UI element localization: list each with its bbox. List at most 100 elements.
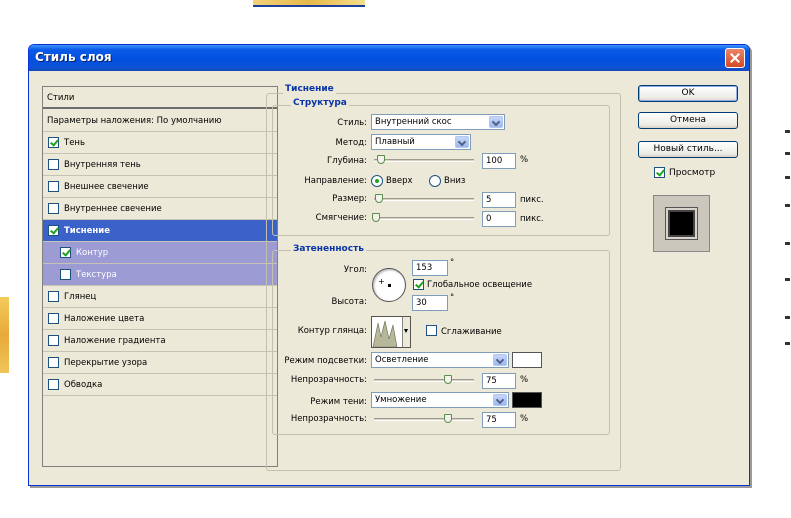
chevron-down-icon xyxy=(493,394,507,406)
style-item-gradient-overlay[interactable]: Наложение градиента xyxy=(43,330,277,352)
styles-header[interactable]: Стили xyxy=(43,87,277,109)
technique-select[interactable]: Плавный xyxy=(371,134,471,150)
window-title: Стиль слоя xyxy=(35,50,112,64)
direction-up-radio[interactable] xyxy=(371,175,383,187)
direction-down-label: Вниз xyxy=(444,176,466,186)
depth-input[interactable]: 100 xyxy=(482,153,516,169)
depth-unit: % xyxy=(520,155,529,165)
highlight-mode-select[interactable]: Осветление xyxy=(371,352,509,368)
crosshair-icon: + xyxy=(378,277,385,286)
size-slider-handle[interactable] xyxy=(375,194,383,203)
angle-input[interactable]: 153 xyxy=(412,260,448,276)
styles-list: Стили Параметры наложения: По умолчанию … xyxy=(42,86,278,467)
preview-label: Просмотр xyxy=(669,168,716,178)
title-bar: Стиль слоя xyxy=(29,45,749,71)
shading-title: Затененность xyxy=(291,244,366,254)
depth-label: Глубина: xyxy=(326,156,367,166)
depth-slider[interactable] xyxy=(374,159,474,162)
background-image-fragment xyxy=(253,0,365,7)
altitude-label: Высота: xyxy=(331,297,367,307)
chevron-down-icon xyxy=(455,136,469,148)
gloss-contour-icon xyxy=(372,320,398,347)
texture-checkbox[interactable] xyxy=(60,269,71,280)
global-light-checkbox[interactable] xyxy=(413,279,424,290)
triangle-down-icon xyxy=(404,329,408,333)
shadow-opacity-slider[interactable] xyxy=(374,418,474,421)
direction-down-radio[interactable] xyxy=(429,175,441,187)
layer-style-dialog: Стиль слоя Стили Параметры наложения: По… xyxy=(28,44,750,486)
shadow-opacity-unit: % xyxy=(520,414,529,424)
soften-unit: пикс. xyxy=(520,214,544,224)
shadow-color-swatch[interactable] xyxy=(512,392,542,408)
angle-dial[interactable]: + xyxy=(372,268,406,302)
highlight-opacity-input[interactable]: 75 xyxy=(482,373,516,389)
shadow-mode-label: Режим тени: xyxy=(310,397,367,407)
gloss-contour-label: Контур глянца: xyxy=(297,326,367,336)
highlight-mode-label: Режим подсветки: xyxy=(284,356,367,366)
cancel-button[interactable]: Отмена xyxy=(638,112,738,129)
size-slider[interactable] xyxy=(374,198,474,201)
ok-button[interactable]: OK xyxy=(638,85,738,102)
style-item-bevel-emboss[interactable]: Тиснение xyxy=(43,220,277,242)
direction-up-label: Вверх xyxy=(386,176,413,186)
drop-shadow-checkbox[interactable] xyxy=(48,137,59,148)
style-item-satin[interactable]: Глянец xyxy=(43,286,277,308)
size-unit: пикс. xyxy=(520,195,544,205)
pattern-overlay-checkbox[interactable] xyxy=(48,357,59,368)
style-item-inner-glow[interactable]: Внутреннее свечение xyxy=(43,198,277,220)
size-label: Размер: xyxy=(332,194,367,204)
soften-input[interactable]: 0 xyxy=(482,211,516,227)
style-item-outer-glow[interactable]: Внешнее свечение xyxy=(43,176,277,198)
soften-slider-handle[interactable] xyxy=(372,213,380,222)
angle-dial-center xyxy=(388,284,391,287)
close-icon[interactable] xyxy=(725,48,745,68)
style-item-color-overlay[interactable]: Наложение цвета xyxy=(43,308,277,330)
style-item-pattern-overlay[interactable]: Перекрытие узора xyxy=(43,352,277,374)
outer-glow-checkbox[interactable] xyxy=(48,181,59,192)
style-item-inner-shadow[interactable]: Внутренняя тень xyxy=(43,154,277,176)
style-item-stroke[interactable]: Обводка xyxy=(43,374,277,396)
style-label: Стиль: xyxy=(337,118,367,128)
structure-title: Структура xyxy=(291,98,349,108)
altitude-input[interactable]: 30 xyxy=(412,295,448,311)
color-overlay-checkbox[interactable] xyxy=(48,313,59,324)
stroke-checkbox[interactable] xyxy=(48,379,59,390)
new-style-button[interactable]: Новый стиль... xyxy=(638,141,738,158)
style-item-drop-shadow[interactable]: Тень xyxy=(43,132,277,154)
highlight-color-swatch[interactable] xyxy=(512,352,542,368)
inner-shadow-checkbox[interactable] xyxy=(48,159,59,170)
shadow-opacity-slider-handle[interactable] xyxy=(444,414,452,423)
background-image-fragment xyxy=(0,297,9,373)
style-item-contour[interactable]: Контур xyxy=(43,242,277,264)
preview-swatch xyxy=(666,208,697,239)
direction-label: Направление: xyxy=(304,176,367,186)
shadow-mode-select[interactable]: Умножение xyxy=(371,392,509,408)
satin-checkbox[interactable] xyxy=(48,291,59,302)
bevel-emboss-checkbox[interactable] xyxy=(48,225,59,236)
emboss-title: Тиснение xyxy=(283,84,336,94)
contour-checkbox[interactable] xyxy=(60,247,71,258)
gloss-contour-picker[interactable] xyxy=(371,316,411,348)
highlight-opacity-label: Непрозрачность: xyxy=(290,375,367,385)
inner-glow-checkbox[interactable] xyxy=(48,203,59,214)
global-light-label: Глобальное освещение xyxy=(427,280,533,290)
gradient-overlay-checkbox[interactable] xyxy=(48,335,59,346)
preview-thumbnail xyxy=(653,195,710,252)
blending-options-item[interactable]: Параметры наложения: По умолчанию xyxy=(43,110,277,132)
soften-slider[interactable] xyxy=(374,217,474,220)
background-image-fragment xyxy=(780,130,791,360)
highlight-opacity-slider[interactable] xyxy=(374,379,474,382)
technique-label: Метод: xyxy=(335,138,367,148)
depth-slider-handle[interactable] xyxy=(377,155,385,164)
highlight-opacity-slider-handle[interactable] xyxy=(444,375,452,384)
antialias-checkbox[interactable] xyxy=(426,325,437,336)
style-select[interactable]: Внутренний скос xyxy=(371,114,505,130)
preview-checkbox[interactable] xyxy=(654,167,665,178)
shadow-opacity-input[interactable]: 75 xyxy=(482,412,516,428)
highlight-opacity-unit: % xyxy=(520,375,529,385)
style-item-texture[interactable]: Текстура xyxy=(43,264,277,286)
chevron-down-icon xyxy=(493,354,507,366)
angle-unit: ° xyxy=(450,258,455,268)
soften-label: Смягчение: xyxy=(315,213,367,223)
size-input[interactable]: 5 xyxy=(482,192,516,208)
